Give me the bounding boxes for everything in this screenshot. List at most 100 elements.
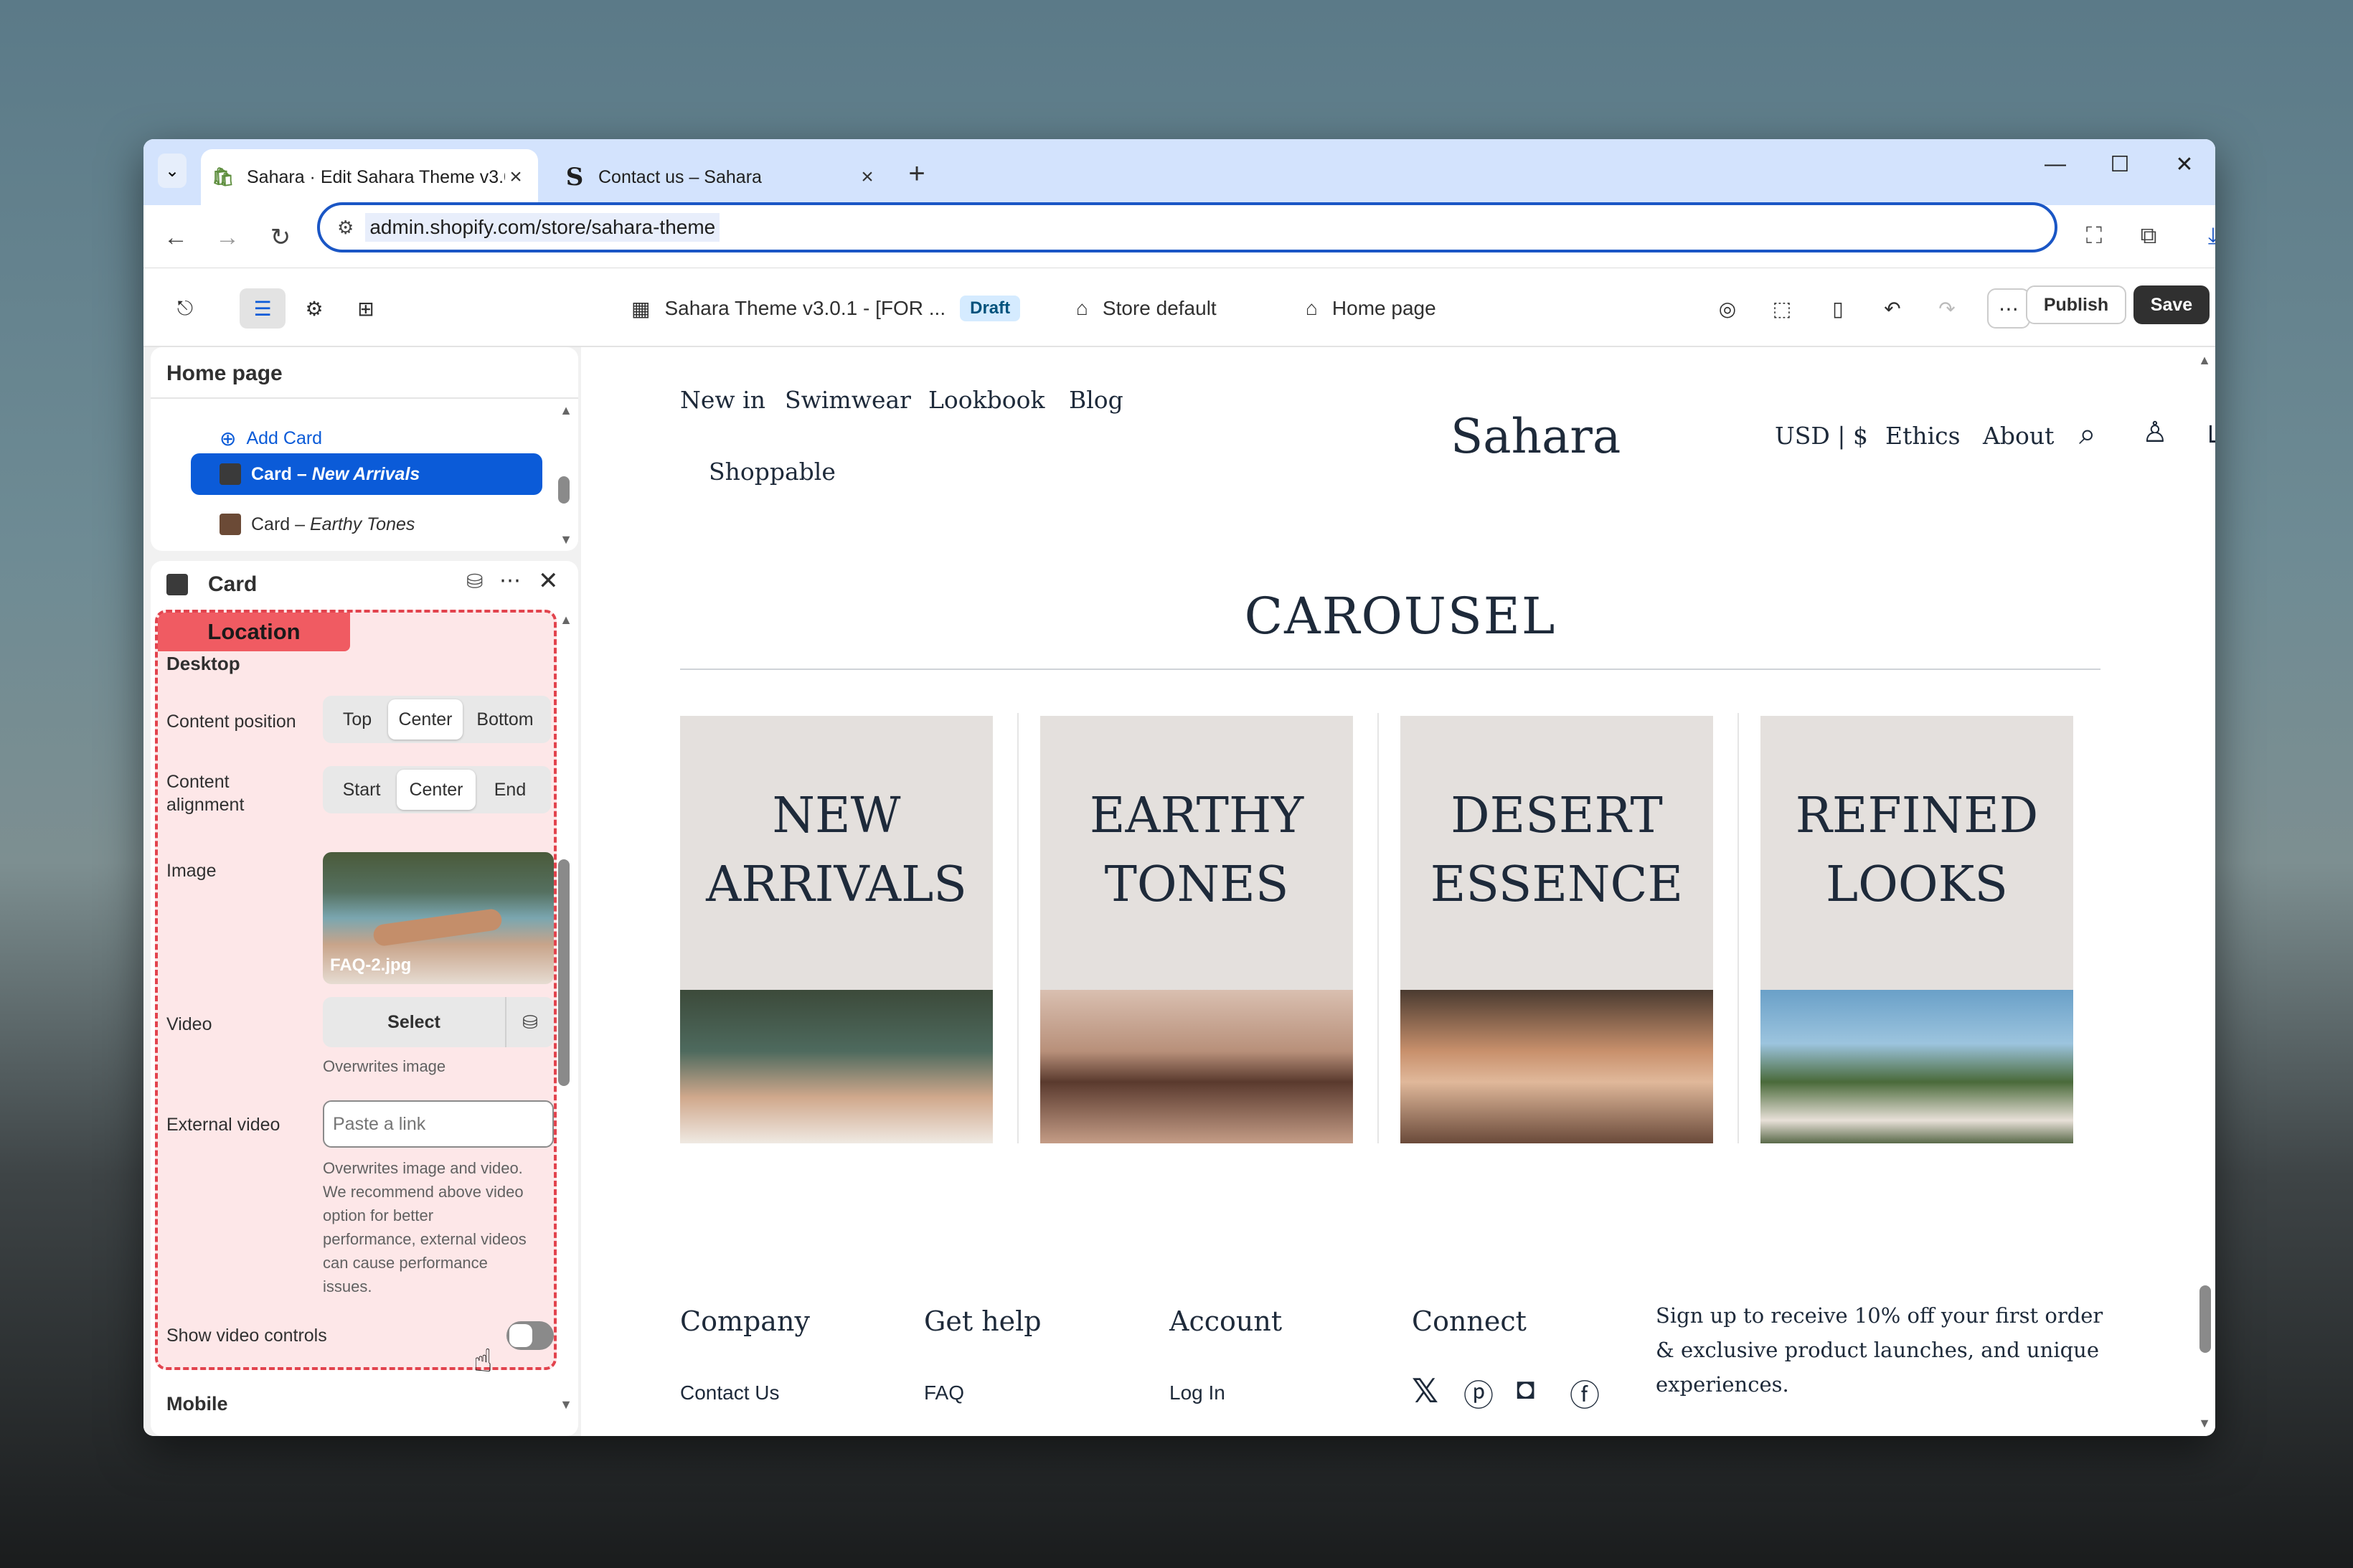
external-video-input[interactable]	[323, 1100, 554, 1148]
nav-shoppable[interactable]: Shoppable	[709, 458, 836, 486]
close-tab-icon[interactable]: ×	[857, 165, 878, 189]
scrollbar-thumb[interactable]	[558, 476, 570, 504]
more-icon[interactable]: ⋯	[499, 568, 521, 593]
store-icon: ⌂	[1076, 297, 1088, 319]
extensions-icon[interactable]: ⧉	[2131, 218, 2166, 254]
url-text: admin.shopify.com/store/sahara-theme	[365, 213, 720, 242]
sidekick-icon[interactable]: ◎	[1707, 288, 1748, 329]
scroll-up-arrow[interactable]: ▲	[560, 403, 572, 418]
carousel-card-new-arrivals[interactable]: NEW ARRIVALS	[680, 716, 993, 1143]
video-select-button[interactable]: Select	[323, 997, 506, 1047]
location-tag: Location	[158, 613, 350, 651]
scroll-down-arrow[interactable]: ▼	[560, 532, 572, 547]
footer-link-log-in[interactable]: Log In	[1169, 1382, 1225, 1404]
image-picker-thumbnail[interactable]: FAQ-2.jpg	[323, 852, 554, 984]
database-icon[interactable]: ⛁	[506, 997, 554, 1047]
scroll-down-arrow[interactable]: ▼	[2198, 1416, 2211, 1431]
back-button[interactable]: ←	[158, 219, 194, 255]
nav-lookbook[interactable]: Lookbook	[928, 386, 1045, 414]
sections-icon[interactable]: ☰	[240, 288, 286, 329]
nav-swimwear[interactable]: Swimwear	[785, 386, 911, 414]
store-selector[interactable]: ⌂ Store default	[1076, 288, 1217, 329]
nav-new-in[interactable]: New in	[680, 386, 765, 414]
undo-icon[interactable]: ↶	[1872, 288, 1913, 329]
pinterest-icon[interactable]: ⓟ	[1463, 1371, 1494, 1415]
publish-button[interactable]: Publish	[2026, 285, 2126, 324]
currency-selector[interactable]: USD | $	[1775, 422, 1868, 450]
save-button[interactable]: Save	[2133, 285, 2210, 324]
inspector-icon[interactable]: ⬚	[1762, 288, 1802, 329]
position-bottom-option[interactable]: Bottom	[463, 699, 547, 740]
tab-contact-us[interactable]: S Contact us – Sahara ×	[552, 149, 890, 205]
nav-ethics[interactable]: Ethics	[1885, 422, 1961, 450]
person-shape	[372, 907, 504, 948]
account-icon[interactable]: ♙	[2142, 416, 2168, 449]
site-info-icon[interactable]: ⚙	[337, 217, 354, 239]
instagram-icon[interactable]: ◘	[1517, 1371, 1534, 1406]
nav-blog[interactable]: Blog	[1069, 386, 1123, 414]
video-picker: Select ⛁	[323, 997, 554, 1047]
store-label: Store default	[1102, 297, 1217, 319]
content-alignment-label: Content	[166, 772, 230, 792]
close-tab-icon[interactable]: ×	[505, 165, 527, 189]
card-divider	[1377, 713, 1379, 1143]
store-logo[interactable]: Sahara	[1451, 409, 1621, 464]
download-icon[interactable]: ⤓	[2195, 218, 2215, 254]
card-image-icon	[220, 463, 241, 485]
page-selector[interactable]: ⌂ Home page	[1306, 288, 1436, 329]
tab-bar: ⌄ 🛍 Sahara · Edit Sahara Theme v3.0 × S …	[143, 139, 2215, 205]
home-icon: ⌂	[1306, 297, 1318, 319]
scrollbar-thumb[interactable]	[558, 859, 570, 1086]
scroll-up-arrow[interactable]: ▲	[560, 613, 572, 628]
video-label: Video	[166, 1014, 212, 1034]
new-tab-button[interactable]: +	[901, 152, 933, 195]
cart-icon[interactable]: ⊔	[2207, 417, 2215, 449]
sidebar-item-earthy-tones[interactable]: Card – Earthy Tones	[191, 504, 542, 545]
alignment-center-option[interactable]: Center	[397, 770, 476, 810]
position-center-option[interactable]: Center	[388, 699, 463, 740]
hint-line: can cause performance	[323, 1254, 488, 1272]
panel-title: Card	[208, 572, 258, 596]
x-twitter-icon[interactable]: 𝕏	[1412, 1371, 1438, 1410]
more-actions-icon[interactable]: ⋯	[1987, 288, 2030, 329]
card-image	[680, 990, 993, 1143]
close-icon[interactable]: ✕	[538, 567, 559, 595]
database-icon[interactable]: ⛁	[466, 570, 483, 593]
content-position-label: Content position	[166, 712, 296, 732]
nav-about[interactable]: About	[1983, 422, 2054, 450]
alignment-start-option[interactable]: Start	[326, 770, 397, 810]
mobile-preview-icon[interactable]: ▯	[1818, 288, 1858, 329]
show-video-controls-toggle[interactable]	[506, 1321, 554, 1350]
reload-button[interactable]: ↻	[263, 219, 298, 255]
theme-title-group[interactable]: ▦ Sahara Theme v3.0.1 - [FOR ... Draft	[631, 288, 1021, 329]
footer-link-contact-us[interactable]: Contact Us	[680, 1382, 780, 1404]
exit-icon[interactable]: ⎋	[165, 288, 205, 329]
theme-settings-icon[interactable]: ⚙	[294, 288, 334, 329]
tab-sahara-editor[interactable]: 🛍 Sahara · Edit Sahara Theme v3.0 ×	[201, 149, 538, 205]
newsletter-line: & exclusive product launches, and unique	[1656, 1338, 2100, 1362]
forward-button[interactable]: →	[209, 219, 245, 255]
scroll-down-arrow[interactable]: ▼	[560, 1397, 572, 1412]
carousel-card-refined-looks[interactable]: REFINED LOOKS	[1760, 716, 2073, 1143]
close-window-button[interactable]: ✕	[2152, 139, 2215, 189]
screenshot-icon[interactable]: ⛶	[2076, 218, 2112, 254]
redo-icon[interactable]: ↷	[1927, 288, 1967, 329]
alignment-end-option[interactable]: End	[476, 770, 544, 810]
carousel-card-desert-essence[interactable]: DESERT ESSENCE	[1400, 716, 1713, 1143]
maximize-button[interactable]: ☐	[2088, 139, 2152, 189]
newsletter-line: experiences.	[1656, 1372, 1789, 1397]
page-label: Home page	[1331, 297, 1436, 319]
footer-link-faq[interactable]: FAQ	[924, 1382, 964, 1404]
preview-scrollbar-thumb[interactable]	[2199, 1285, 2211, 1353]
facebook-icon[interactable]: ⓕ	[1570, 1371, 1600, 1415]
header-divider	[680, 669, 2100, 670]
minimize-button[interactable]: —	[2023, 139, 2088, 189]
tab-search-button[interactable]: ⌄	[158, 154, 187, 188]
search-icon[interactable]: ⌕	[2079, 416, 2096, 452]
sidebar-item-new-arrivals[interactable]: Card – New Arrivals	[191, 453, 542, 495]
apps-icon[interactable]: ⊞	[346, 288, 386, 329]
carousel-card-earthy-tones[interactable]: EARTHY TONES	[1040, 716, 1353, 1143]
address-bar[interactable]: ⚙ admin.shopify.com/store/sahara-theme	[317, 202, 2057, 252]
position-top-option[interactable]: Top	[326, 699, 388, 740]
scroll-up-arrow[interactable]: ▲	[2198, 353, 2211, 368]
